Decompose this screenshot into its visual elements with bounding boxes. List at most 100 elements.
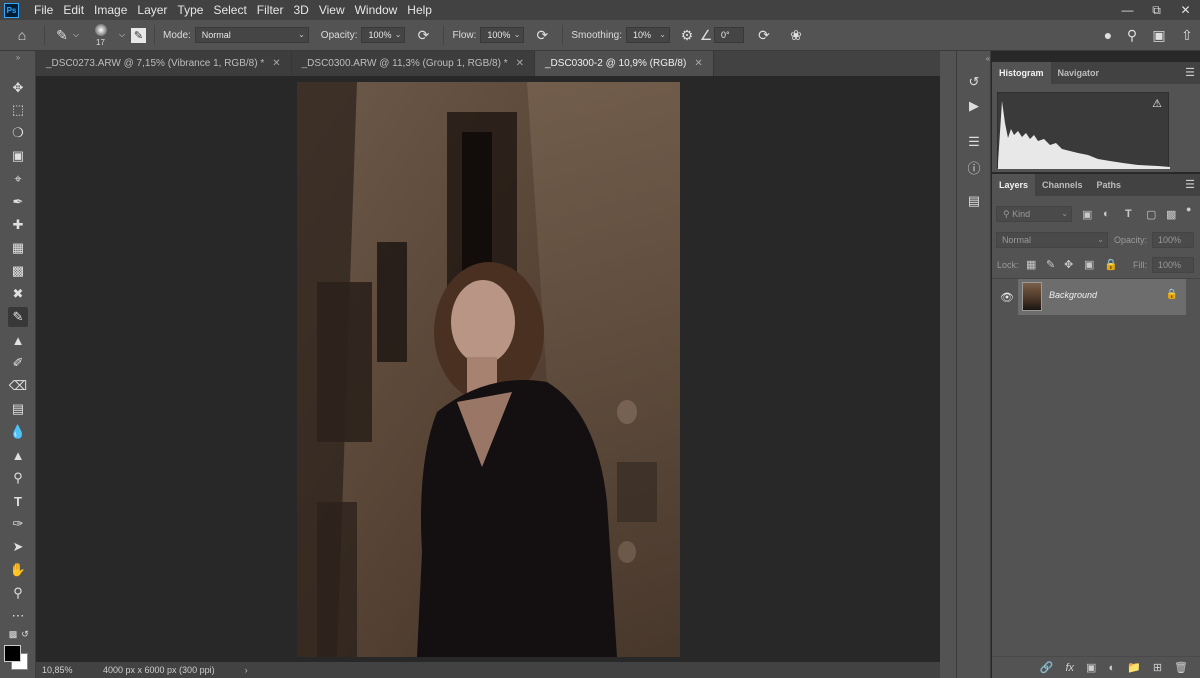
pen-tool-icon[interactable]: ✑ <box>8 514 28 534</box>
minimize-button[interactable]: — <box>1113 0 1142 20</box>
flow-field[interactable]: 100% ⌄ <box>480 27 525 43</box>
search-icon[interactable]: ⚲ <box>1120 27 1144 44</box>
tab-layers[interactable]: Layers <box>992 174 1036 196</box>
lock-transparency-icon[interactable]: ▦ <box>1026 258 1036 271</box>
sharpen-tool-icon[interactable]: ▲ <box>8 445 28 465</box>
move-tool-icon[interactable]: ✥ <box>8 78 28 98</box>
menu-view[interactable]: View <box>314 0 350 20</box>
brush-size-picker[interactable]: 17 <box>87 21 117 49</box>
history-brush-tool-icon[interactable]: ✐ <box>8 353 28 373</box>
new-adjustment-layer-icon[interactable]: ◐ <box>1108 662 1115 674</box>
path-selection-tool-icon[interactable]: ➤ <box>8 537 28 557</box>
document-tab-active[interactable]: _DSC0300-2 @ 10,9% (RGB/8) ✕ <box>534 51 714 76</box>
canvas-area[interactable] <box>36 76 940 662</box>
tab-histogram[interactable]: Histogram <box>992 62 1051 84</box>
menu-file[interactable]: File <box>29 0 58 20</box>
filter-type-icon[interactable]: T <box>1125 208 1132 220</box>
lock-image-pixels-icon[interactable]: ✎ <box>1046 258 1055 271</box>
object-selection-tool-icon[interactable]: ▣ <box>8 146 28 166</box>
restore-button[interactable]: ⧉ <box>1142 0 1171 20</box>
actions-play-icon[interactable]: ▶ <box>965 97 983 115</box>
chevron-right-icon[interactable]: › <box>245 665 248 675</box>
frame-tool-icon[interactable]: ▩ <box>8 261 28 281</box>
link-layers-icon[interactable]: 🔗 <box>1040 661 1054 674</box>
zoom-tool-icon[interactable]: ⚲ <box>8 583 28 603</box>
hand-tool-icon[interactable]: ✋ <box>8 560 28 580</box>
fill-field[interactable]: 100% <box>1152 257 1194 273</box>
more-tools-icon[interactable]: ⋯ <box>8 606 28 626</box>
opacity-field[interactable]: 100% ⌄ <box>361 27 406 43</box>
trash-icon[interactable]: 🗑 <box>1174 661 1188 674</box>
content-aware-move-icon[interactable]: ✖ <box>8 284 28 304</box>
dodge-tool-icon[interactable]: ⚲ <box>8 468 28 488</box>
patch-tool-icon[interactable]: ▦ <box>8 238 28 258</box>
layer-kind-filter[interactable]: ⚲ Kind ⌄ <box>996 206 1072 222</box>
document-image[interactable] <box>297 82 680 657</box>
menu-edit[interactable]: Edit <box>58 0 89 20</box>
new-layer-icon[interactable]: ⊞ <box>1153 661 1162 674</box>
lasso-tool-icon[interactable]: ❍ <box>8 123 28 143</box>
lock-artboard-icon[interactable]: ▣ <box>1084 258 1094 271</box>
filter-smart-object-icon[interactable]: ▩ <box>1166 208 1176 221</box>
blur-tool-icon[interactable]: 💧 <box>8 422 28 442</box>
menu-help[interactable]: Help <box>402 0 437 20</box>
gear-icon[interactable]: ⚙ <box>676 27 698 44</box>
menu-type[interactable]: Type <box>172 0 208 20</box>
brush-panel-toggle-icon[interactable]: ✎ <box>131 27 146 43</box>
lock-all-icon[interactable]: 🔒 <box>1104 258 1118 271</box>
adjustments-icon[interactable]: ☰ <box>965 133 983 151</box>
gradient-tool-icon[interactable]: ▤ <box>8 399 28 419</box>
symmetry-butterfly-icon[interactable]: ❀ <box>784 27 808 44</box>
airbrush-icon[interactable]: ⟳ <box>530 27 554 44</box>
brush-tool-preset-icon[interactable]: ✎ <box>53 27 71 44</box>
filter-shape-icon[interactable]: ▢ <box>1146 208 1156 221</box>
document-tab[interactable]: _DSC0273.ARW @ 7,15% (Vibrance 1, RGB/8)… <box>36 51 292 76</box>
smoothing-field[interactable]: 10% ⌄ <box>625 27 670 43</box>
lock-position-icon[interactable]: ✥ <box>1064 258 1073 271</box>
photoshop-logo-icon[interactable]: Ps <box>4 2 19 18</box>
menu-select[interactable]: Select <box>208 0 251 20</box>
filter-adjustment-icon[interactable]: ◐ <box>1103 208 1110 220</box>
eraser-tool-icon[interactable]: ⌫ <box>8 376 28 396</box>
swap-colors-icon[interactable]: ↺ <box>15 628 35 640</box>
warning-icon[interactable]: ⚠ <box>1152 97 1162 110</box>
menu-3d[interactable]: 3D <box>288 0 313 20</box>
layer-opacity-field[interactable]: 100% <box>1152 232 1194 248</box>
angle-field[interactable]: 0° <box>713 27 744 43</box>
chevron-down-icon[interactable]: ⌵ <box>71 30 81 40</box>
menu-window[interactable]: Window <box>350 0 403 20</box>
panel-menu-icon[interactable]: ☰ <box>1185 178 1195 191</box>
menu-layer[interactable]: Layer <box>132 0 172 20</box>
clone-stamp-tool-icon[interactable]: ▲ <box>8 330 28 350</box>
share-image-icon[interactable]: ⇧ <box>1174 27 1200 44</box>
brush-tool-icon[interactable]: ✎ <box>8 307 28 327</box>
collapse-toolbar-icon[interactable]: » <box>8 52 28 62</box>
zoom-level[interactable]: 10,85% <box>42 665 97 675</box>
tab-channels[interactable]: Channels <box>1035 174 1090 196</box>
eyedropper-tool-icon[interactable]: ✒ <box>8 192 28 212</box>
spot-healing-tool-icon[interactable]: ✚ <box>8 215 28 235</box>
home-icon[interactable]: ⌂ <box>8 27 36 43</box>
layer-row-background[interactable]: Background 🔒 <box>1018 279 1186 315</box>
document-tab[interactable]: _DSC0300.ARW @ 11,3% (Group 1, RGB/8) * ✕ <box>291 51 535 76</box>
close-tab-icon[interactable]: ✕ <box>516 58 524 69</box>
chevron-down-icon[interactable]: ⌵ <box>117 30 127 40</box>
filter-toggle-icon[interactable]: ● <box>1186 204 1191 214</box>
pressure-opacity-icon[interactable]: ⟳ <box>411 27 435 44</box>
close-tab-icon[interactable]: ✕ <box>694 58 702 69</box>
menu-image[interactable]: Image <box>89 0 132 20</box>
foreground-color-swatch[interactable] <box>4 645 21 662</box>
filter-pixel-icon[interactable]: ▣ <box>1082 208 1092 221</box>
tab-paths[interactable]: Paths <box>1090 174 1129 196</box>
properties-icon[interactable]: ▤ <box>965 192 983 210</box>
workspace-icon[interactable]: ▣ <box>1144 27 1174 44</box>
tab-navigator[interactable]: Navigator <box>1051 62 1107 84</box>
blend-mode-select[interactable]: Normal ⌄ <box>996 232 1108 248</box>
panel-menu-icon[interactable]: ☰ <box>1185 66 1195 79</box>
marquee-tool-icon[interactable]: ⬚ <box>8 100 28 120</box>
pressure-size-icon[interactable]: ⟳ <box>752 27 776 44</box>
lock-icon[interactable]: 🔒 <box>1166 289 1178 300</box>
add-mask-icon[interactable]: ▣ <box>1086 661 1096 674</box>
menu-filter[interactable]: Filter <box>252 0 289 20</box>
mode-select[interactable]: Normal ⌄ <box>194 27 309 43</box>
